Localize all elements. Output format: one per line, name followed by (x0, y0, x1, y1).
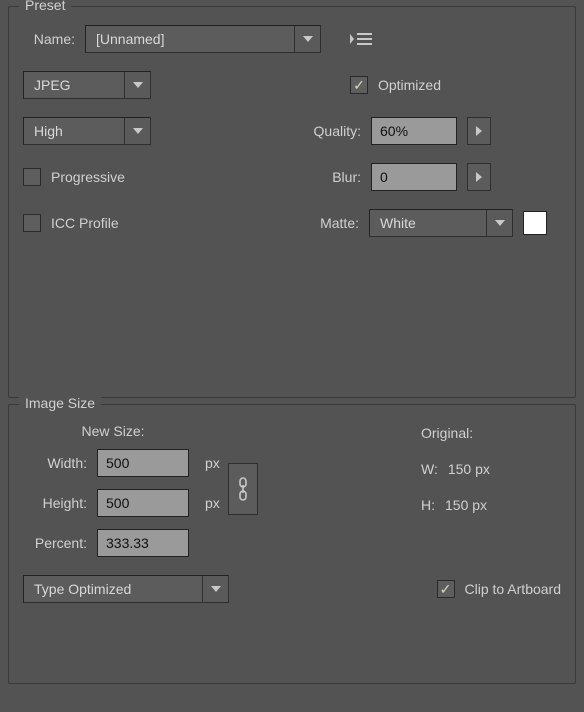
blur-input[interactable] (371, 163, 457, 191)
width-input[interactable] (97, 449, 189, 477)
blur-spinner[interactable] (467, 163, 491, 191)
percent-input[interactable] (97, 529, 189, 557)
antialias-value: Type Optimized (24, 581, 202, 597)
format-dropdown[interactable]: JPEG (23, 71, 151, 99)
name-dropdown[interactable]: [Unnamed] (85, 25, 321, 53)
orig-h-label: H: (421, 497, 435, 513)
preset-fieldset: Preset Name: [Unnamed] JPEG (8, 6, 576, 398)
matte-value: White (370, 215, 486, 231)
constrain-proportions-button[interactable] (228, 463, 258, 515)
name-row: Name: [Unnamed] (23, 25, 561, 53)
preset-legend: Preset (19, 0, 71, 13)
chevron-down-icon (294, 26, 320, 52)
chevron-down-icon (202, 576, 228, 602)
progressive-label: Progressive (51, 169, 125, 185)
quality-input[interactable] (371, 117, 457, 145)
icc-row: ICC Profile Matte: White (23, 209, 561, 237)
chevron-down-icon (124, 118, 150, 144)
clip-to-artboard-label: Clip to Artboard (465, 581, 562, 597)
matte-dropdown[interactable]: White (369, 209, 513, 237)
antialias-dropdown[interactable]: Type Optimized (23, 575, 229, 603)
quality-preset-dropdown[interactable]: High (23, 117, 151, 145)
matte-label: Matte: (320, 215, 359, 231)
quality-spinner[interactable] (467, 117, 491, 145)
optimized-checkbox[interactable] (350, 76, 368, 94)
image-size-fieldset: Image Size New Size: Width: px Height: p (8, 404, 576, 684)
image-size-legend: Image Size (19, 395, 101, 411)
original-label: Original: (421, 425, 561, 441)
chevron-down-icon (124, 72, 150, 98)
matte-color-swatch[interactable] (523, 211, 547, 235)
height-unit: px (199, 495, 220, 511)
format-row: JPEG Optimized (23, 71, 561, 99)
format-value: JPEG (24, 77, 124, 93)
optimized-label: Optimized (378, 77, 441, 93)
original-column: Original: W: 150 px H: 150 px (421, 423, 561, 571)
quality-preset-value: High (24, 123, 124, 139)
percent-label: Percent: (23, 535, 87, 551)
new-size-label: New Size: (23, 423, 203, 439)
quality-label: Quality: (314, 123, 361, 139)
clip-to-artboard-checkbox[interactable] (437, 580, 455, 598)
icc-label: ICC Profile (51, 215, 119, 231)
orig-w-value: 150 px (448, 461, 490, 477)
progressive-row: Progressive Blur: (23, 163, 561, 191)
width-label: Width: (23, 455, 87, 471)
orig-h-value: 150 px (445, 497, 487, 513)
new-size-column: New Size: Width: px Height: px (23, 423, 258, 571)
preset-menu-button[interactable] (347, 28, 375, 50)
width-unit: px (199, 455, 220, 471)
link-icon (236, 477, 250, 501)
name-label: Name: (23, 31, 75, 47)
height-input[interactable] (97, 489, 189, 517)
size-columns: New Size: Width: px Height: px (23, 423, 561, 571)
progressive-checkbox[interactable] (23, 168, 41, 186)
orig-w-label: W: (421, 461, 438, 477)
name-value: [Unnamed] (86, 31, 294, 47)
chevron-down-icon (486, 210, 512, 236)
blur-label: Blur: (332, 169, 361, 185)
height-label: Height: (23, 495, 87, 511)
quality-row: High Quality: (23, 117, 561, 145)
icc-checkbox[interactable] (23, 214, 41, 232)
